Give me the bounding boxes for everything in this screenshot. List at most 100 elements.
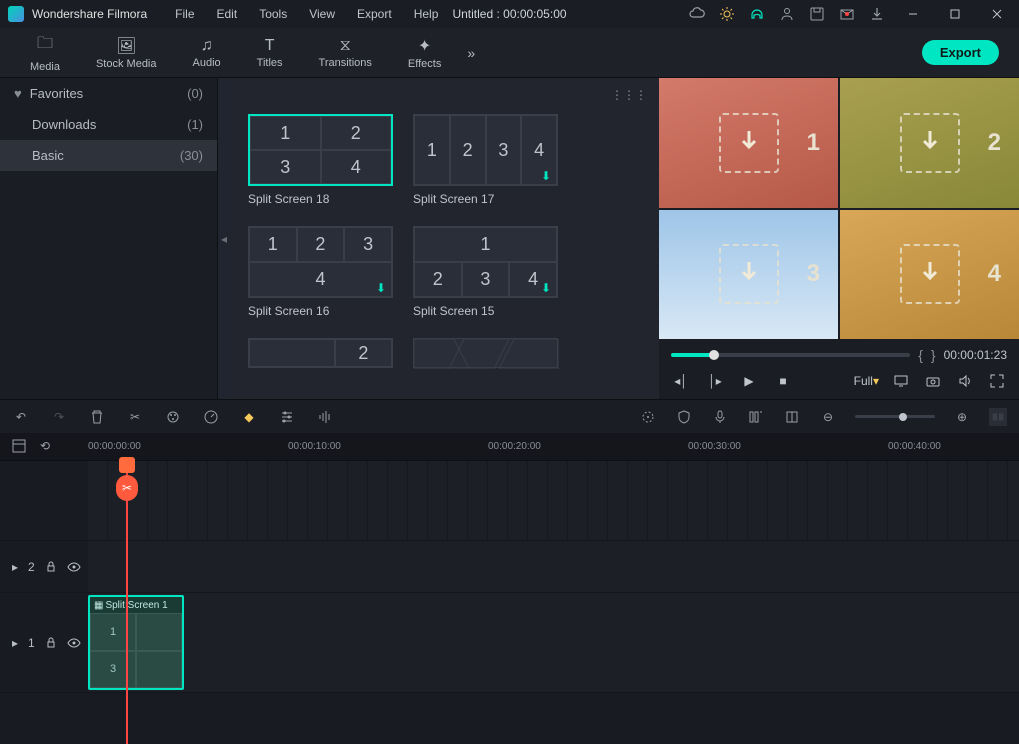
ruler-mark: 00:00:00:00	[88, 441, 141, 452]
undo-icon[interactable]: ↶	[12, 408, 30, 426]
preview-drop-zone-4[interactable]: 4	[840, 210, 1019, 340]
tab-media[interactable]: 🗀Media	[12, 28, 78, 78]
maximize-button[interactable]	[941, 4, 969, 24]
menu-export[interactable]: Export	[347, 3, 402, 25]
delete-icon[interactable]	[88, 408, 106, 426]
download-badge-icon: ⬇	[541, 281, 555, 295]
template-partial-a[interactable]: 2	[248, 338, 393, 368]
track-options-icon[interactable]	[12, 439, 26, 453]
play-icon[interactable]: ▶	[739, 371, 759, 391]
music-icon: ♫	[201, 37, 213, 55]
track-content[interactable]	[88, 541, 1019, 592]
mic-icon[interactable]	[711, 408, 729, 426]
tab-audio[interactable]: ♫Audio	[175, 28, 239, 78]
template-split-screen-16[interactable]: 1 2 3 4 ⬇ Split Screen 16	[248, 226, 393, 318]
preview-drop-zone-3[interactable]: 3	[659, 210, 838, 340]
zoom-slider[interactable]	[855, 415, 935, 418]
adjust-icon[interactable]	[278, 408, 296, 426]
track-type-icon: ▸	[12, 560, 18, 574]
lock-icon[interactable]	[45, 637, 57, 649]
template-split-screen-18[interactable]: 1 2 3 4 Split Screen 18	[248, 114, 393, 206]
template-label: Split Screen 17	[413, 192, 558, 206]
quality-dropdown[interactable]: Full ▾	[854, 371, 879, 391]
menu-view[interactable]: View	[299, 3, 345, 25]
template-split-screen-15[interactable]: 1 2 3 4 ⬇ Split Screen 15	[413, 226, 558, 318]
mixer-icon[interactable]	[747, 408, 765, 426]
menu-edit[interactable]: Edit	[207, 3, 248, 25]
preview-timecode: 00:00:01:23	[944, 348, 1007, 362]
template-partial-b[interactable]	[413, 338, 558, 368]
snapshot-icon[interactable]	[923, 371, 943, 391]
lock-icon[interactable]	[45, 561, 57, 573]
mark-in-icon[interactable]: {	[918, 347, 923, 363]
preview-drop-zone-2[interactable]: 2	[840, 78, 1019, 208]
fit-icon[interactable]	[989, 408, 1007, 426]
track-content[interactable]: ▦Split Screen 1 1 3	[88, 593, 1019, 692]
download-badge-icon: ⬇	[541, 169, 555, 183]
cloud-icon[interactable]	[689, 6, 705, 22]
collapse-sidebar-icon[interactable]: ◂	[218, 78, 230, 399]
split-icon[interactable]: ✂	[126, 408, 144, 426]
stop-icon[interactable]: ■	[773, 371, 793, 391]
menu-help[interactable]: Help	[404, 3, 449, 25]
export-button[interactable]: Export	[922, 40, 999, 65]
transition-icon: ⧖	[340, 37, 351, 55]
preview-panel: 1 2 3 4 { } 00:00:01:23 ◂│ │▸ ▶ ■ Full ▾	[659, 78, 1019, 399]
ruler-mark: 00:00:20:00	[488, 441, 541, 452]
template-label: Split Screen 15	[413, 304, 558, 318]
mark-out-icon[interactable]: }	[931, 347, 936, 363]
sidebar-count: (0)	[187, 86, 203, 101]
grid-view-icon[interactable]: ⋮⋮⋮	[611, 88, 647, 102]
redo-icon[interactable]: ↷	[50, 408, 68, 426]
split-handle-icon[interactable]: ✂	[116, 475, 138, 501]
eye-icon[interactable]	[67, 637, 81, 649]
tab-titles[interactable]: TTitles	[239, 28, 301, 78]
color-icon[interactable]	[164, 408, 182, 426]
preview-drop-zone-1[interactable]: 1	[659, 78, 838, 208]
marker-icon[interactable]	[783, 408, 801, 426]
close-button[interactable]	[983, 4, 1011, 24]
tab-stock-media[interactable]: 🖼Stock Media	[78, 28, 175, 78]
sidebar-item-basic[interactable]: Basic (30)	[0, 140, 217, 171]
minimize-button[interactable]	[899, 4, 927, 24]
prev-frame-icon[interactable]: ◂│	[671, 371, 691, 391]
tab-transitions[interactable]: ⧖Transitions	[301, 28, 390, 78]
target-icon[interactable]	[639, 408, 657, 426]
tab-effects[interactable]: ✦Effects	[390, 28, 459, 78]
track-number: 1	[28, 636, 35, 650]
fullscreen-icon[interactable]	[987, 371, 1007, 391]
zoom-out-icon[interactable]: ⊖	[819, 408, 837, 426]
timeline-clip[interactable]: ▦Split Screen 1 1 3	[88, 595, 184, 690]
volume-icon[interactable]	[955, 371, 975, 391]
sidebar: ♥ Favorites (0) Downloads (1) Basic (30)	[0, 78, 218, 399]
sidebar-item-downloads[interactable]: Downloads (1)	[0, 109, 217, 140]
download-icon[interactable]	[869, 6, 885, 22]
download-badge-icon: ⬇	[376, 281, 390, 295]
playhead[interactable]: ✂	[126, 461, 128, 744]
sidebar-item-favorites[interactable]: ♥ Favorites (0)	[0, 78, 217, 109]
next-frame-icon[interactable]: │▸	[705, 371, 725, 391]
user-icon[interactable]	[779, 6, 795, 22]
display-icon[interactable]	[891, 371, 911, 391]
heart-icon: ♥	[14, 86, 22, 101]
mail-icon[interactable]	[839, 6, 855, 22]
timeline-toolbar: ↶ ↷ ✂ ◆ ⊖ ⊕	[0, 399, 1019, 433]
link-icon[interactable]: ⟲	[40, 439, 50, 453]
keyframe-icon[interactable]: ◆	[240, 408, 258, 426]
template-split-screen-17[interactable]: 1 2 3 4 ⬇ Split Screen 17	[413, 114, 558, 206]
zoom-in-icon[interactable]: ⊕	[953, 408, 971, 426]
timeline-ruler[interactable]: ⟲ 00:00:00:00 00:00:10:00 00:00:20:00 00…	[0, 433, 1019, 461]
shield-icon[interactable]	[675, 408, 693, 426]
eye-icon[interactable]	[67, 561, 81, 573]
menu-file[interactable]: File	[165, 3, 204, 25]
more-tabs-icon[interactable]: »	[467, 45, 475, 61]
headphones-icon[interactable]	[749, 6, 765, 22]
sidebar-count: (30)	[180, 148, 203, 163]
sun-icon[interactable]	[719, 6, 735, 22]
speed-icon[interactable]	[202, 408, 220, 426]
preview-scrubber[interactable]	[671, 353, 910, 357]
ruler-mark: 00:00:30:00	[688, 441, 741, 452]
audio-wave-icon[interactable]	[316, 408, 334, 426]
save-icon[interactable]	[809, 6, 825, 22]
menu-tools[interactable]: Tools	[249, 3, 297, 25]
